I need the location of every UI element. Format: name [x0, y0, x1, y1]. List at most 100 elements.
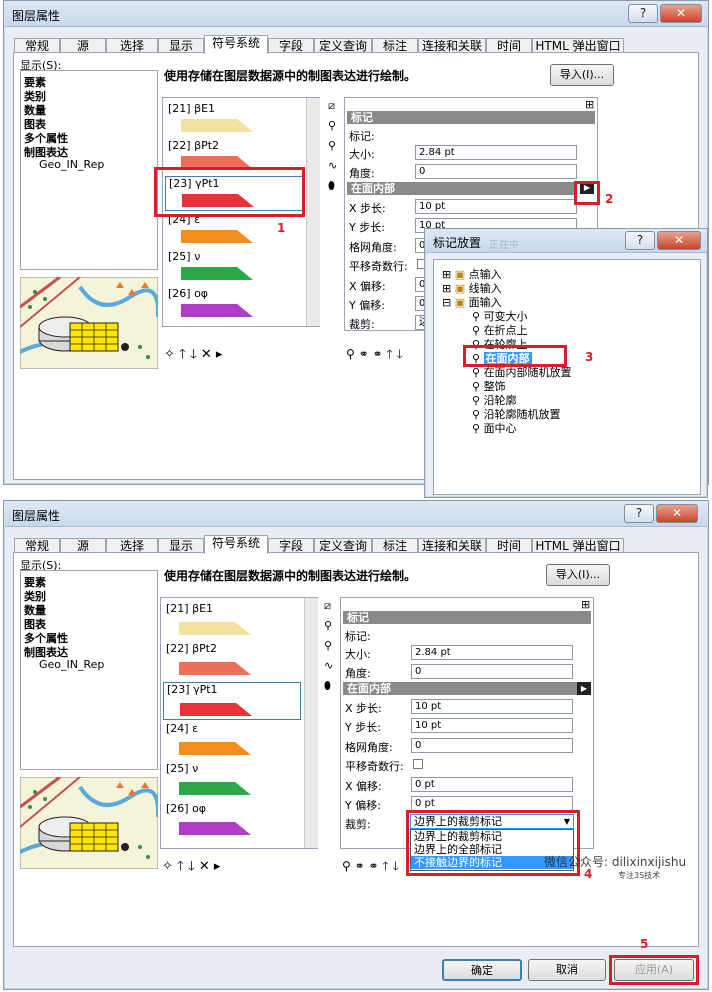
symbol-swatch [179, 742, 251, 755]
symbol-list[interactable]: [21] βE1 [22] βPt2 [23] γPt1 [24] ε [25] ν [2… [160, 597, 318, 849]
add-marker-icon[interactable]: ⚲ [342, 859, 351, 873]
show-item[interactable]: Geo_IN_Rep [39, 158, 104, 171]
clip-label: 裁剪: [349, 318, 375, 331]
property-toolbar: ⚲ ⚭ ⚭ 🡑 🡓 [342, 857, 399, 878]
xoffset-label: X 偏移: [349, 280, 386, 293]
size-field[interactable]: 2.84 pt [415, 145, 577, 160]
ok-button[interactable]: 确定 [442, 959, 522, 981]
tree-node-polygon-center[interactable]: ⚲ 面中心 [472, 420, 517, 436]
symbol-label: [22] βPt2 [166, 642, 218, 655]
symbol-item[interactable]: [24] ε [163, 722, 301, 760]
play-icon[interactable]: ▸ [216, 347, 223, 362]
delete-icon[interactable]: ✕ [201, 347, 212, 362]
popup-help-button[interactable]: ? [625, 231, 655, 250]
xoffset-label: X 偏移: [345, 780, 382, 793]
preview-image [20, 277, 158, 369]
symbol-scrollbar[interactable] [306, 98, 320, 326]
xstep-label: X 步长: [345, 702, 382, 715]
symbol-item[interactable]: [21] βE1 [163, 602, 301, 640]
placement-tree[interactable]: ⊞ ▣ 点输入 ⊞ ▣ 线输入 ⊟ ▣ 面输入 ⚲ 可变大小 ⚲ 在折点上 ⚲ … [433, 259, 701, 495]
help-button[interactable]: ? [624, 504, 654, 523]
ystep-field[interactable]: 10 pt [411, 718, 573, 733]
marker-icon[interactable]: ⚲ [324, 619, 332, 632]
size-field[interactable]: 2.84 pt [411, 645, 573, 660]
bottom-dialog: 图层属性 ? ✕ 常规 源 选择 显示 符号系统 字段 定义查询 标注 连接和关… [3, 500, 709, 990]
xoffset-field[interactable]: 0 pt [411, 777, 573, 792]
tab-symbology[interactable]: 符号系统 [204, 35, 268, 54]
add-effect-icon[interactable]: ⚭ [373, 347, 383, 361]
popup-title: 标记放置 [433, 236, 482, 250]
description-text: 使用存储在图层数据源中的制图表达进行绘制。 [164, 69, 417, 83]
placement-arrow-button[interactable]: ▶ [577, 682, 591, 695]
polygon-icon[interactable]: ⬮ [328, 179, 335, 193]
marker-icon[interactable]: ⚲ [328, 119, 336, 132]
move-down-icon[interactable]: 🡓 [188, 859, 195, 874]
polygon-icon[interactable]: ⬮ [324, 679, 331, 693]
show-list[interactable]: 要素 类别 数量 图表 多个属性 制图表达 Geo_IN_Rep [20, 570, 158, 770]
xstep-field[interactable]: 10 pt [411, 699, 573, 714]
symbol-scrollbar[interactable] [304, 598, 318, 848]
symbol-label: [25] ν [168, 250, 201, 263]
symbol-item[interactable]: [22] βPt2 [163, 642, 301, 680]
close-button[interactable]: ✕ [660, 4, 702, 23]
symbol-item[interactable]: [26] οφ [163, 802, 301, 840]
fill-icon[interactable]: ⧄ [328, 99, 335, 113]
delete-icon[interactable]: ✕ [199, 859, 210, 874]
symbol-item[interactable]: [25] ν [163, 762, 301, 800]
inside-header: 在面内部 [343, 682, 591, 695]
move-up-icon[interactable]: 🡑 [386, 347, 392, 361]
tab-symbology[interactable]: 符号系统 [204, 535, 268, 554]
symbol-swatch [181, 230, 253, 243]
expand-icon[interactable]: ⊞ [581, 598, 590, 611]
yoffset-field[interactable]: 0 pt [411, 796, 573, 811]
marker-icon[interactable]: ⚲ [328, 139, 336, 152]
move-down-icon[interactable]: 🡓 [392, 859, 398, 873]
popup-title-bar: 标记放置 正在中 ? ✕ [425, 229, 707, 253]
import-button[interactable]: 导入(I)... [550, 64, 614, 86]
move-down-icon[interactable]: 🡓 [396, 347, 402, 361]
move-up-icon[interactable]: 🡑 [382, 859, 388, 873]
grid-angle-field[interactable]: 0 [411, 738, 573, 753]
symbol-item[interactable]: [23] γPt1 [163, 682, 301, 720]
inside-header: 在面内部 [347, 182, 577, 195]
cancel-button[interactable]: 取消 [528, 959, 606, 981]
shift-odd-checkbox[interactable] [413, 759, 423, 769]
angle-field[interactable]: 0 [415, 164, 577, 179]
move-down-icon[interactable]: 🡓 [190, 347, 197, 362]
angle-field[interactable]: 0 [411, 664, 573, 679]
show-list[interactable]: 要素 类别 数量 图表 多个属性 制图表达 Geo_IN_Rep [20, 70, 158, 270]
placement-popup: 标记放置 正在中 ? ✕ ⊞ ▣ 点输入 ⊞ ▣ 线输入 ⊟ ▣ 面输入 ⚲ 可… [424, 228, 708, 498]
add-marker-icon[interactable]: ⚲ [346, 347, 355, 361]
add-effect-icon[interactable]: ⚭ [355, 859, 365, 873]
add-effect-icon[interactable]: ⚭ [369, 859, 379, 873]
symbol-item[interactable]: [25] ν [165, 250, 303, 285]
expand-icon[interactable]: ⊞ [585, 98, 594, 111]
move-up-icon[interactable]: 🡑 [179, 347, 186, 362]
popup-close-button[interactable]: ✕ [657, 231, 701, 250]
add-symbol-icon[interactable]: ✧ [164, 347, 175, 362]
symbol-swatch [179, 822, 251, 835]
close-button[interactable]: ✕ [656, 504, 698, 523]
grid-angle-label: 格网角度: [345, 741, 393, 754]
symbol-swatch [181, 119, 253, 132]
fill-icon[interactable]: ⧄ [324, 599, 331, 613]
size-label: 大小: [349, 148, 375, 161]
marker-icon[interactable]: ⚲ [324, 639, 332, 652]
import-button[interactable]: 导入(I)... [546, 564, 610, 586]
description-text: 使用存储在图层数据源中的制图表达进行绘制。 [164, 569, 417, 583]
symbol-label: [26] οφ [168, 287, 209, 300]
stroke-icon[interactable]: ∿ [328, 159, 337, 172]
symbol-item[interactable]: [21] βE1 [165, 102, 303, 137]
play-icon[interactable]: ▸ [214, 859, 221, 874]
symbol-label: [26] οφ [166, 802, 207, 815]
marker-header: 标记 [347, 111, 595, 124]
show-item[interactable]: Geo_IN_Rep [39, 658, 104, 671]
add-symbol-icon[interactable]: ✧ [162, 859, 173, 874]
xstep-field[interactable]: 10 pt [415, 199, 577, 214]
help-button[interactable]: ? [628, 4, 658, 23]
add-effect-icon[interactable]: ⚭ [359, 347, 369, 361]
move-up-icon[interactable]: 🡑 [177, 859, 184, 874]
stroke-icon[interactable]: ∿ [324, 659, 333, 672]
symbol-swatch [179, 662, 251, 675]
symbol-item[interactable]: [26] οφ [165, 287, 303, 322]
